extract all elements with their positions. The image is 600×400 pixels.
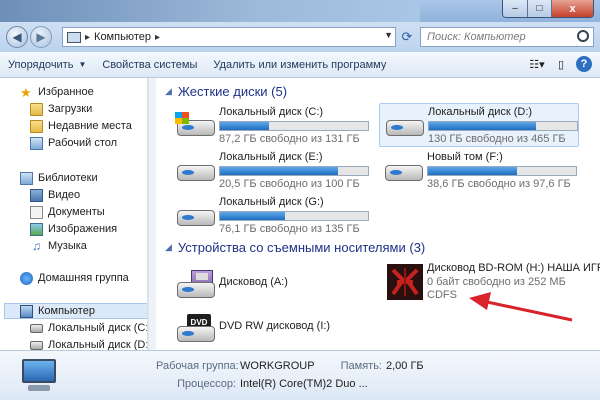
nav-label: Локальный диск (D:)	[48, 339, 148, 350]
uninstall-program-button[interactable]: Удалить или изменить программу	[205, 54, 394, 76]
system-properties-button[interactable]: Свойства системы	[94, 54, 205, 76]
breadcrumb-separator-icon: ▸	[85, 31, 91, 43]
nav-images[interactable]: Изображения	[30, 221, 117, 237]
video-icon	[30, 188, 43, 202]
maximize-button[interactable]: □	[527, 0, 551, 17]
nav-label: Локальный диск (C:)	[48, 322, 148, 334]
workgroup-label: Рабочая группа:	[156, 360, 239, 372]
nav-label: Документы	[48, 206, 105, 218]
chevron-down-icon: ▼	[78, 60, 87, 69]
breadcrumb-computer[interactable]: Компьютер	[94, 31, 151, 43]
back-arrow-icon: ◀	[12, 30, 22, 44]
organize-label: Упорядочить	[8, 58, 74, 71]
nav-favorites[interactable]: ★ Избранное	[20, 84, 94, 100]
nav-label: Изображения	[48, 223, 118, 235]
nav-libraries[interactable]: Библиотеки	[20, 170, 98, 186]
forward-arrow-icon: ▶	[36, 30, 46, 44]
search-placeholder: Поиск: Компьютер	[427, 31, 526, 43]
view-controls: ☷▾ ▯ ?	[528, 55, 592, 73]
minimize-button[interactable]: –	[503, 0, 527, 17]
hard-disk-icon	[30, 340, 43, 350]
star-icon: ★	[20, 84, 32, 100]
forward-button[interactable]: ▶	[30, 26, 52, 48]
hard-disk-icon	[30, 323, 43, 333]
computer-large-icon	[18, 357, 60, 395]
help-icon[interactable]: ?	[576, 56, 592, 72]
computer-icon	[67, 31, 81, 43]
nav-scrollbar[interactable]	[148, 78, 156, 350]
nav-music[interactable]: ♫ Музыка	[30, 238, 87, 254]
nav-label: Видео	[48, 189, 81, 201]
title-bar: – □ x	[0, 0, 600, 22]
memory-value: 2,00 ГБ	[386, 360, 424, 372]
nav-desktop[interactable]: Рабочий стол	[30, 135, 117, 151]
content-pane: ◢ Жесткие диски (5) Локальный диск (C:) …	[157, 78, 600, 350]
nav-computer[interactable]: Компьютер	[4, 303, 147, 319]
downloads-folder-icon	[30, 102, 43, 116]
cpu-label: Процессор:	[177, 378, 236, 390]
images-icon	[30, 222, 43, 236]
memory-label: Память:	[340, 360, 382, 372]
back-button[interactable]: ◀	[6, 26, 28, 48]
nav-documents[interactable]: Документы	[30, 204, 105, 220]
nav-downloads[interactable]: Загрузки	[30, 101, 92, 117]
view-options-icon[interactable]: ☷▾	[528, 55, 546, 73]
refresh-icon: ⟳	[401, 29, 413, 44]
nav-label: Загрузки	[48, 103, 93, 115]
workgroup-value: WORKGROUP	[240, 360, 315, 372]
computer-icon	[20, 304, 33, 318]
nav-disk-c[interactable]: Локальный диск (C:)	[30, 320, 148, 336]
nav-label: Рабочий стол	[48, 137, 118, 149]
red-arrow-annotation	[469, 292, 573, 322]
address-dropdown-icon[interactable]: ▼	[384, 30, 393, 40]
close-button[interactable]: x	[551, 0, 593, 17]
nav-disk-d[interactable]: Локальный диск (D:)	[30, 337, 148, 350]
preview-pane-icon[interactable]: ▯	[552, 55, 570, 73]
address-bar[interactable]: ▸ Компьютер ▸ ▼	[62, 27, 396, 47]
nav-label: Домашняя группа	[38, 272, 129, 284]
recent-places-icon	[30, 119, 43, 133]
address-row: ◀ ▶ ▸ Компьютер ▸ ▼ ⟳ Поиск: Компьютер	[0, 22, 600, 52]
libraries-icon	[20, 171, 33, 185]
refresh-button[interactable]: ⟳	[398, 27, 416, 47]
details-pane: Рабочая группа: WORKGROUP Память: 2,00 Г…	[0, 350, 600, 400]
desktop-icon	[30, 136, 43, 150]
search-icon[interactable]	[577, 30, 589, 42]
navigation-pane: ★ Избранное Загрузки Недавние места Рабоч…	[0, 78, 148, 350]
desktop-background	[0, 0, 420, 22]
nav-recent-places[interactable]: Недавние места	[30, 118, 132, 134]
homegroup-icon	[20, 271, 33, 285]
nav-label: Музыка	[48, 240, 87, 252]
cpu-value: Intel(R) Core(TM)2 Duo ...	[240, 378, 368, 390]
music-icon: ♫	[32, 238, 41, 253]
nav-homegroup[interactable]: Домашняя группа	[20, 270, 129, 286]
command-bar: Упорядочить ▼ Свойства системы Удалить ил…	[0, 52, 600, 78]
search-input[interactable]: Поиск: Компьютер	[420, 27, 594, 47]
breadcrumb-separator-icon: ▸	[154, 31, 160, 43]
nav-label: Библиотеки	[38, 172, 98, 184]
caption-buttons: – □ x	[502, 0, 594, 18]
nav-label: Недавние места	[48, 120, 132, 132]
documents-icon	[30, 205, 43, 219]
nav-label: Компьютер	[38, 305, 95, 317]
nav-video[interactable]: Видео	[30, 187, 80, 203]
organize-button[interactable]: Упорядочить ▼	[0, 54, 94, 76]
nav-label: Избранное	[38, 86, 94, 98]
explorer-window: – □ x ◀ ▶ ▸ Компьютер ▸ ▼ ⟳ Поиск: Компь…	[0, 0, 600, 400]
